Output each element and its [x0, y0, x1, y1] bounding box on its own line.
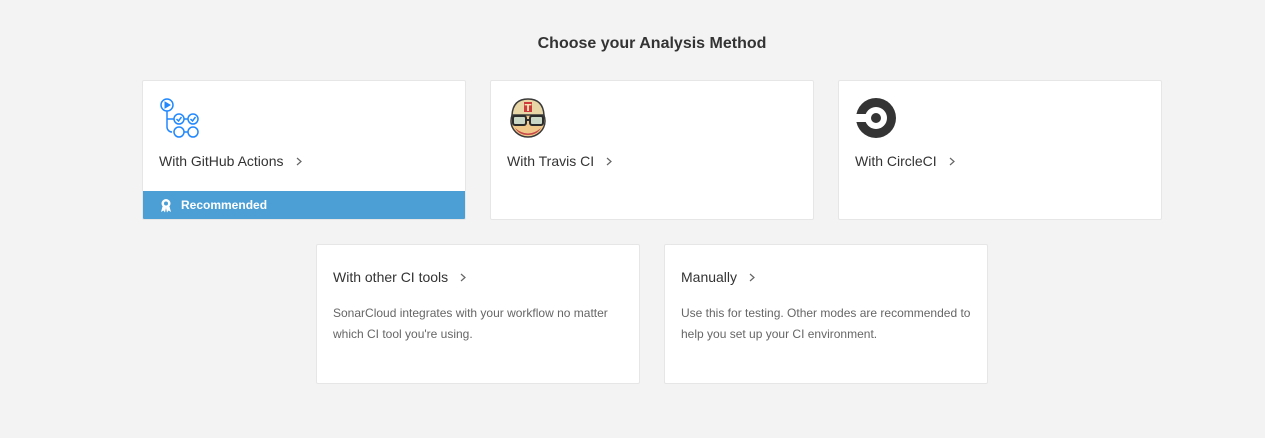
other-ci-tools-description: SonarCloud integrates with your workflow… [333, 306, 608, 341]
travis-ci-label: With Travis CI [507, 153, 613, 169]
page-title: Choose your Analysis Method [537, 35, 767, 52]
circleci-text: With CircleCI [855, 153, 937, 169]
other-ci-tools-label: With other CI tools [333, 269, 467, 285]
chevron-right-icon [949, 157, 955, 165]
manually-label: Manually [681, 269, 756, 285]
award-icon [161, 198, 171, 212]
recommended-badge: Recommended [143, 191, 465, 219]
analysis-method-page: Choose your Analysis Method With GitHub … [0, 0, 1265, 438]
chevron-right-icon [749, 273, 755, 281]
manually-card[interactable]: Manually Use this for testing. Other mod… [664, 244, 988, 384]
github-actions-icon [159, 97, 201, 139]
github-actions-label: With GitHub Actions [159, 153, 303, 169]
travis-ci-text: With Travis CI [507, 153, 595, 169]
chevron-right-icon [606, 157, 613, 165]
chevron-right-icon [296, 157, 302, 165]
other-ci-tools-card[interactable]: With other CI tools SonarCloud integrate… [316, 244, 640, 384]
circleci-icon [855, 97, 897, 139]
github-actions-text: With GitHub Actions [159, 153, 284, 169]
travis-ci-card[interactable]: T With Travis CI [490, 80, 814, 220]
manually-text: Manually [681, 269, 738, 285]
recommended-text: Recommended [181, 198, 268, 212]
other-ci-tools-text: With other CI tools [333, 269, 449, 285]
svg-text:T: T [525, 103, 532, 114]
github-actions-card[interactable]: With GitHub Actions Recommended [142, 80, 466, 220]
circleci-card[interactable]: With CircleCI [838, 80, 1162, 220]
travis-ci-icon: T [507, 97, 549, 139]
chevron-right-icon [460, 273, 467, 281]
circleci-label: With CircleCI [855, 153, 956, 169]
manually-description: Use this for testing. Other modes are re… [681, 306, 971, 341]
